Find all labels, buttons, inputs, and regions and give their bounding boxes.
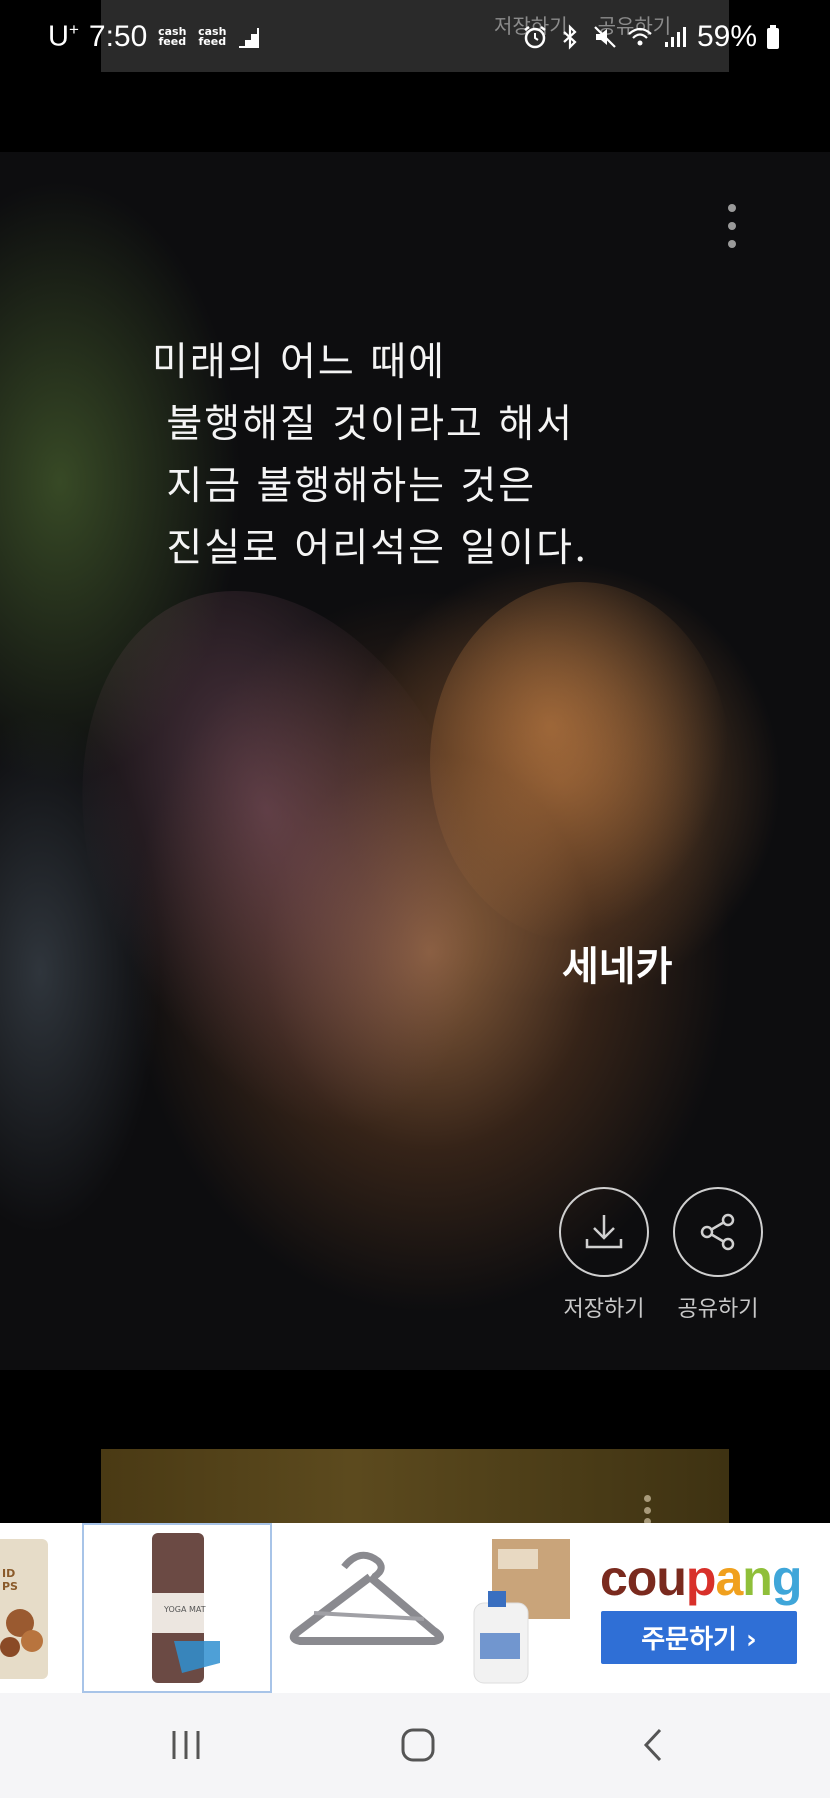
next-more-options-button[interactable] xyxy=(641,1495,653,1525)
ad-product-nuts[interactable]: ID PS xyxy=(0,1523,80,1693)
dot xyxy=(728,222,736,230)
dot xyxy=(728,204,736,212)
share-icon xyxy=(700,1213,735,1251)
mute-icon xyxy=(594,26,616,48)
coupang-logo[interactable]: coupang xyxy=(600,1549,803,1607)
next-quote-card[interactable] xyxy=(101,1449,729,1529)
yoga-mat-label: YOGA MAT xyxy=(164,1605,206,1614)
save-button[interactable]: 저장하기 xyxy=(549,1187,659,1323)
dot xyxy=(643,1506,651,1514)
logo-part: n xyxy=(742,1550,773,1606)
bluetooth-icon xyxy=(563,24,577,50)
quote-text: 미래의 어느 때에 불행해질 것이라고 해서 지금 불행해하는 것은 진실로 어… xyxy=(152,332,588,580)
quote-line: 미래의 어느 때에 xyxy=(152,340,446,385)
carrier-label: U+ xyxy=(48,20,79,53)
ad-product-detergent[interactable] xyxy=(462,1523,570,1693)
quote-line: 불행해질 것이라고 해서 xyxy=(152,402,574,447)
more-options-button[interactable] xyxy=(724,204,740,248)
quote-line: 지금 불행해하는 것은 xyxy=(152,464,537,509)
stairs-icon xyxy=(239,28,260,48)
back-icon xyxy=(643,1728,662,1762)
back-button[interactable] xyxy=(634,1723,674,1767)
battery-percent: 59% xyxy=(696,20,757,53)
cashfeed-icon: cash feed xyxy=(158,25,187,48)
logo-part: g xyxy=(771,1550,803,1606)
home-button[interactable] xyxy=(398,1723,438,1767)
cashfeed-icon: cash feed xyxy=(198,25,227,48)
share-circle[interactable] xyxy=(673,1187,763,1277)
ad-product-hanger[interactable] xyxy=(274,1523,460,1693)
share-label: 공유하기 xyxy=(677,1297,759,1322)
quote-line: 진실로 어리석은 일이다. xyxy=(152,526,589,571)
quote-card: 미래의 어느 때에 불행해질 것이라고 해서 지금 불행해하는 것은 진실로 어… xyxy=(0,152,830,1370)
ad-banner[interactable]: ID PS YOGA MAT coupang 주문하기 › xyxy=(0,1523,830,1693)
dot xyxy=(728,240,736,248)
clock: 7:50 xyxy=(88,20,148,53)
rose-bloom xyxy=(430,582,730,942)
detergent-image xyxy=(473,1539,570,1684)
alarm-icon xyxy=(524,26,546,49)
status-bar: U+ 7:50 cash feed cash feed 59% xyxy=(0,0,830,80)
logo-part: a xyxy=(715,1550,743,1606)
logo-part: cou xyxy=(600,1550,687,1606)
status-left: U+ 7:50 cash feed cash feed xyxy=(48,20,261,54)
battery-icon xyxy=(767,25,779,49)
wifi-icon xyxy=(628,27,652,46)
home-icon xyxy=(401,1728,435,1762)
recent-apps-icon xyxy=(172,1731,200,1759)
save-label: 저장하기 xyxy=(563,1297,645,1322)
quote-author: 세네카 xyxy=(562,943,673,990)
nuts-bag-image xyxy=(0,1539,48,1679)
navigation-bar xyxy=(0,1693,830,1798)
status-right: 59% xyxy=(522,20,780,54)
signal-icon xyxy=(664,27,686,47)
share-button[interactable]: 공유하기 xyxy=(663,1187,773,1323)
hanger-image xyxy=(289,1551,444,1645)
recent-apps-button[interactable] xyxy=(166,1723,206,1767)
nuts-label: ID PS xyxy=(2,1567,18,1593)
logo-part: p xyxy=(685,1550,717,1606)
dot xyxy=(643,1495,651,1502)
ad-product-yoga-mat[interactable]: YOGA MAT xyxy=(82,1523,272,1693)
order-button[interactable]: 주문하기 › xyxy=(601,1611,797,1664)
save-circle[interactable] xyxy=(559,1187,649,1277)
download-icon xyxy=(585,1215,623,1249)
